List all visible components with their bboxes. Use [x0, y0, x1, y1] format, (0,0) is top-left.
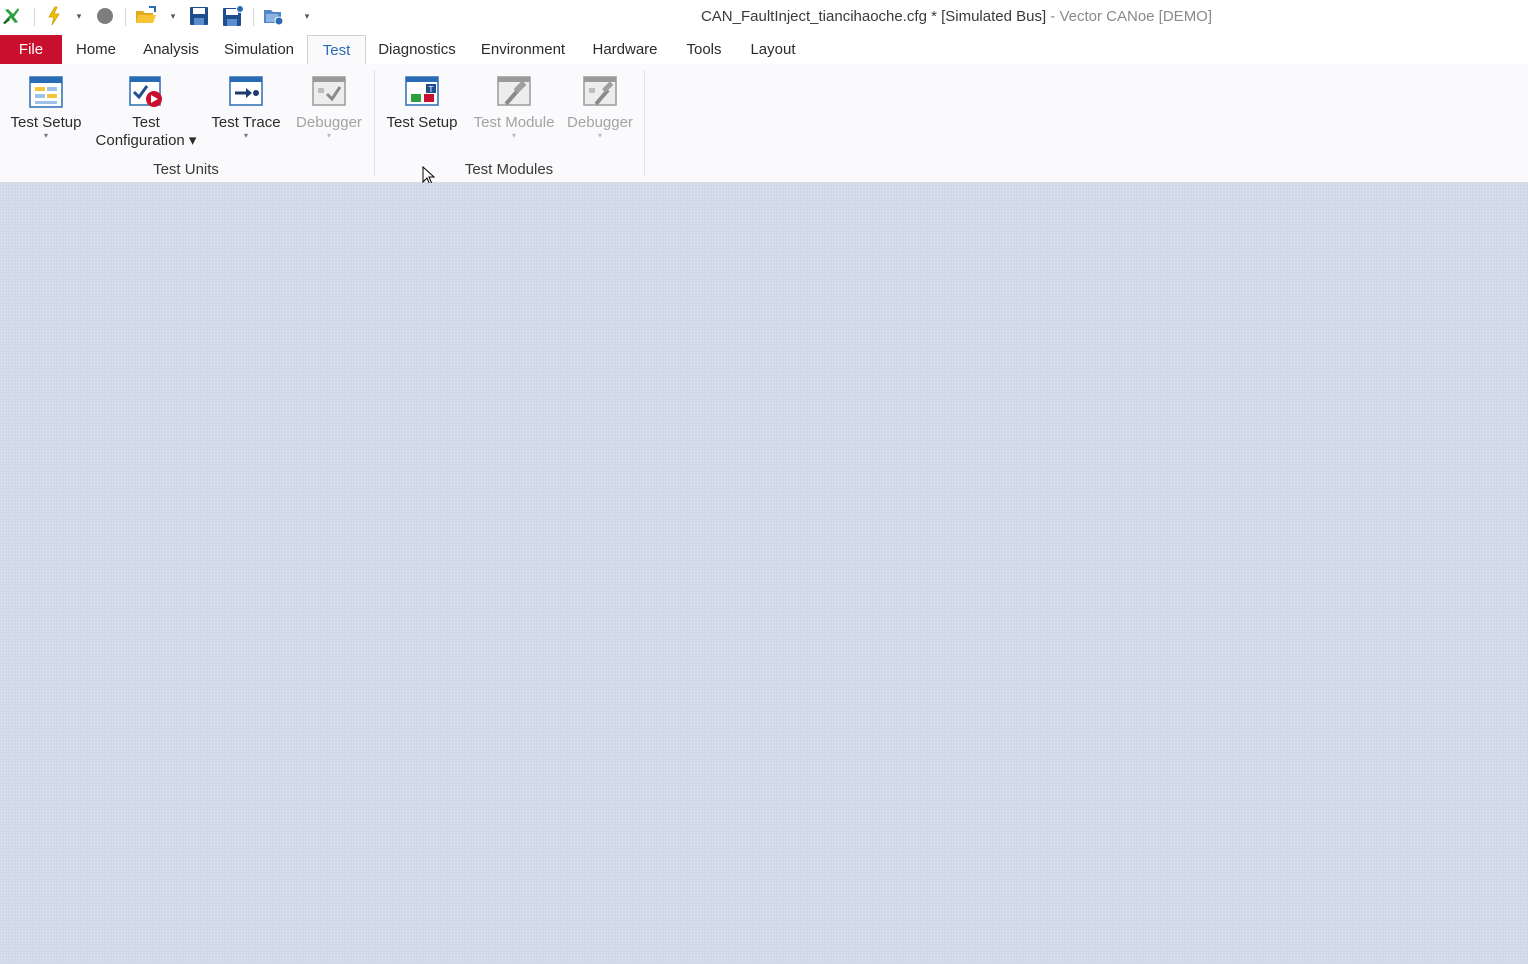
test-configuration-button[interactable]: Test Configuration ▾ [94, 74, 198, 150]
test-setup-modules-icon: T [404, 74, 440, 110]
window-title-suffix: - Vector CANoe [DEMO] [1046, 8, 1213, 25]
test-modules-setup-button[interactable]: T Test Setup [381, 74, 463, 132]
debugger-label: Debugger [296, 114, 362, 131]
test-modules-debugger-label: Debugger [567, 114, 633, 131]
svg-text:T: T [428, 85, 434, 94]
group-label-test-modules: Test Modules [464, 161, 554, 178]
test-configuration-icon [128, 74, 164, 110]
debugger-button[interactable]: Debugger ▾ [292, 74, 366, 140]
test-trace-label: Test Trace [211, 114, 281, 131]
chevron-down-icon: ▾ [243, 131, 248, 140]
ribbon-tab-bar: File Home Analysis Simulation Test Diagn… [0, 35, 1528, 65]
test-module-button[interactable]: Test Module ▾ [468, 74, 560, 140]
tab-diagnostics[interactable]: Diagnostics [366, 35, 468, 64]
title-bar: ▾ ▾ ▾ CAN_FaultInject_tiancihaoche.cfg *… [0, 0, 1528, 34]
tab-layout[interactable]: Layout [736, 35, 810, 64]
chevron-down-icon: ▾ [511, 131, 516, 140]
tab-environment[interactable]: Environment [468, 35, 578, 64]
debugger-icon [311, 74, 347, 110]
group-separator [644, 70, 645, 176]
tab-file[interactable]: File [0, 35, 62, 64]
ribbon-panel: Test Setup ▾ Test Configuration ▾ Test T… [0, 64, 1528, 186]
tab-test[interactable]: Test [307, 35, 366, 65]
chevron-down-icon: ▾ [326, 131, 331, 140]
tab-hardware[interactable]: Hardware [578, 35, 672, 64]
test-trace-icon [228, 74, 264, 110]
test-configuration-label-line2: Configuration ▾ [95, 132, 197, 149]
tab-simulation[interactable]: Simulation [212, 35, 306, 64]
tab-home[interactable]: Home [62, 35, 130, 64]
chevron-down-icon: ▾ [597, 131, 602, 140]
test-configuration-label-line1: Test [132, 114, 160, 131]
test-setup-icon [28, 74, 64, 110]
chevron-down-icon: ▾ [43, 131, 48, 140]
desktop-workspace[interactable] [0, 183, 1528, 964]
test-trace-button[interactable]: Test Trace ▾ [204, 74, 288, 140]
test-setup-label: Test Setup [10, 114, 82, 131]
group-separator [374, 70, 375, 176]
window-title: CAN_FaultInject_tiancihaoche.cfg * [Simu… [0, 8, 1528, 25]
test-setup-button[interactable]: Test Setup ▾ [4, 74, 88, 140]
debugger-modules-icon [582, 74, 618, 110]
tab-tools[interactable]: Tools [672, 35, 736, 64]
test-modules-debugger-button[interactable]: Debugger ▾ [563, 74, 637, 140]
group-label-test-units: Test Units [153, 161, 219, 178]
window-title-main: CAN_FaultInject_tiancihaoche.cfg * [Simu… [700, 8, 1047, 25]
test-module-icon [496, 74, 532, 110]
test-modules-setup-label: Test Setup [386, 114, 458, 131]
test-module-label: Test Module [473, 114, 555, 131]
tab-analysis[interactable]: Analysis [130, 35, 212, 64]
